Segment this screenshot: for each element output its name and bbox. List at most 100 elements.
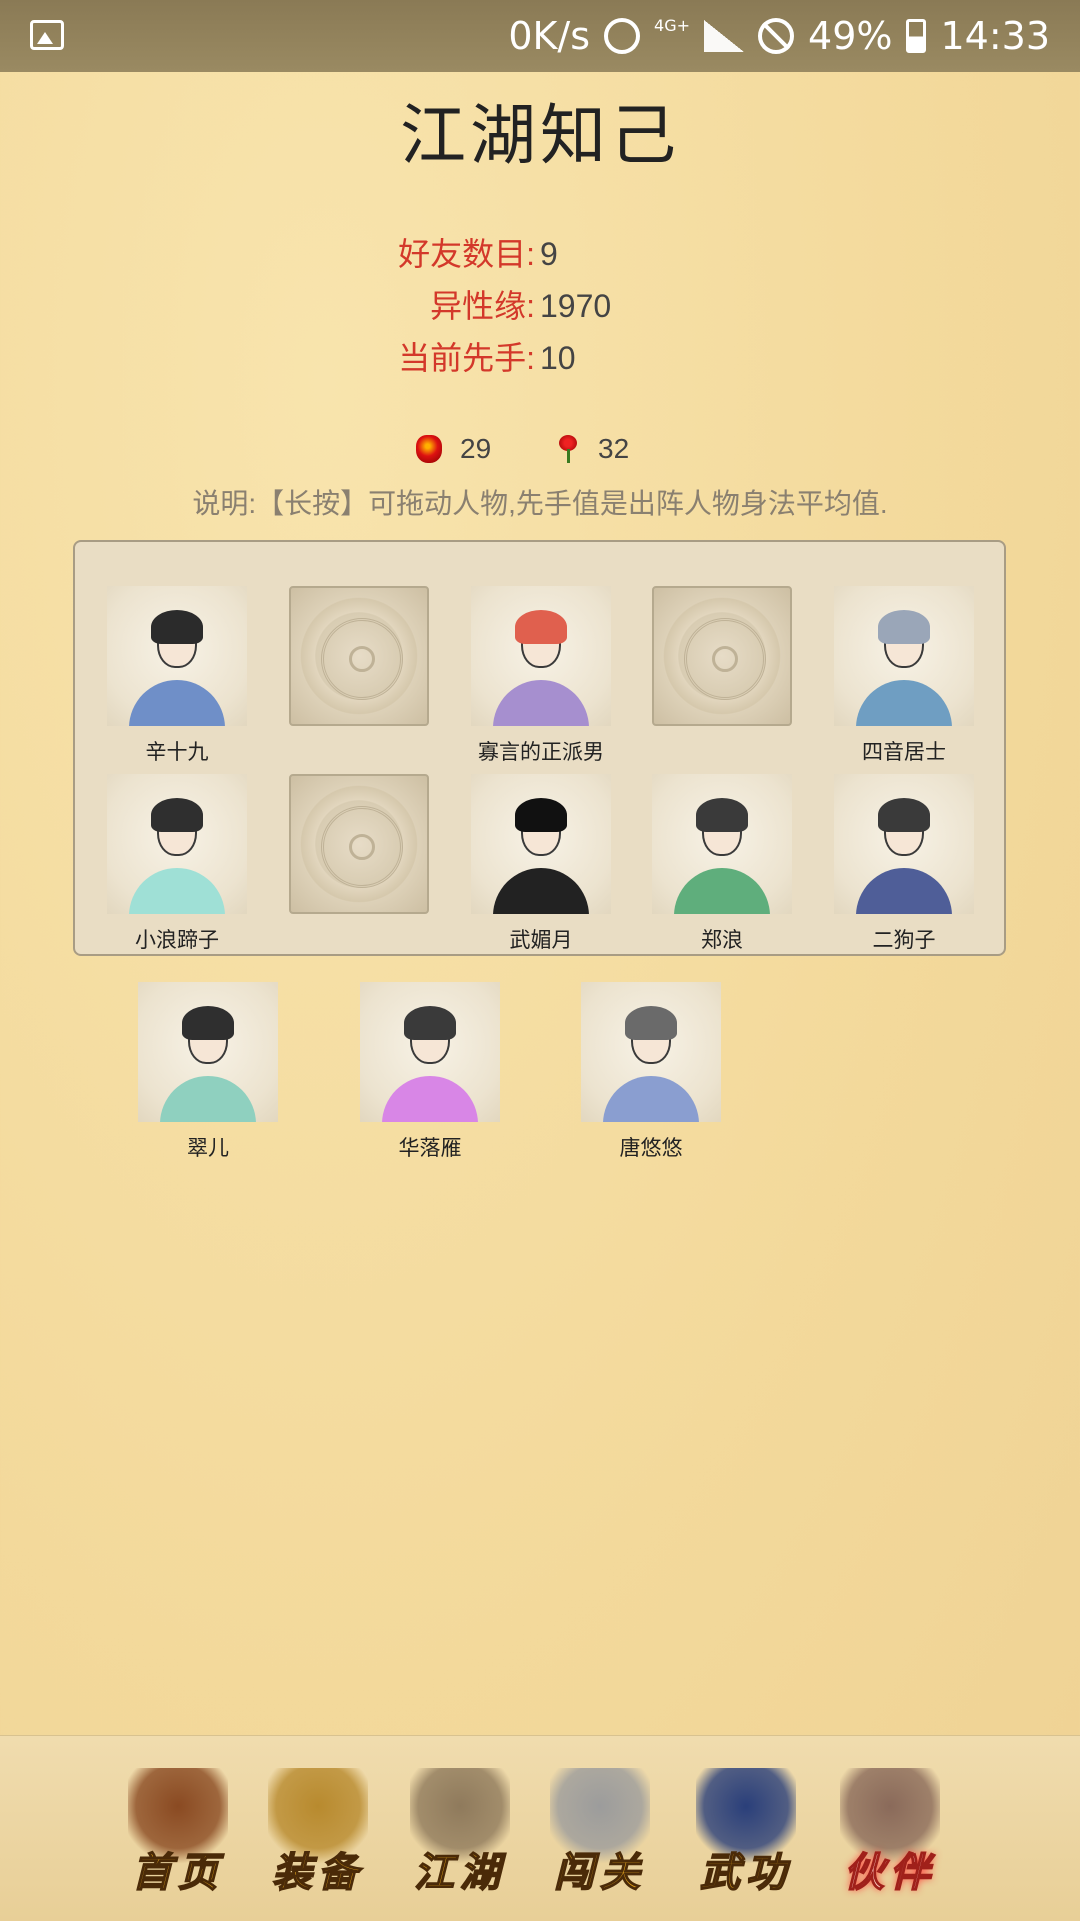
battery-icon	[906, 19, 927, 53]
portrait-hair	[151, 798, 203, 832]
character-portrait	[652, 774, 792, 914]
rose-icon	[556, 435, 580, 463]
character-name: 华落雁	[398, 1137, 462, 1160]
image-notification-icon	[30, 20, 64, 50]
character-name: 小浪蹄子	[135, 929, 219, 952]
portrait-robe	[160, 1076, 256, 1122]
character-portrait	[834, 586, 974, 726]
bench-character[interactable]: 唐悠悠	[581, 982, 721, 1162]
character-name: 四音居士	[862, 741, 946, 764]
portrait-hair	[404, 1006, 456, 1040]
tab-3[interactable]: 闯关	[540, 1768, 660, 1898]
character-portrait	[107, 774, 247, 914]
page-title: 江湖知己	[400, 97, 680, 174]
portrait-hair	[878, 798, 930, 832]
currency-rose: 32	[556, 433, 629, 465]
portrait-hair	[515, 610, 567, 644]
bench-character[interactable]: 翠儿	[138, 982, 278, 1162]
stat-label: 好友数目:	[398, 236, 535, 272]
formation-character[interactable]: 小浪蹄子	[107, 774, 247, 954]
currency-bar: 29 32	[0, 433, 1080, 473]
portrait-robe	[856, 868, 952, 914]
tab-2[interactable]: 江湖	[400, 1768, 520, 1898]
formation-character[interactable]: 辛十九	[107, 586, 247, 766]
stats-panel: 好友数目: 9 异性缘: 1970 当前先手: 10	[0, 228, 1080, 384]
wine-jar-icon	[416, 435, 442, 463]
tab-label: 江湖	[413, 1848, 506, 1897]
empty-slot-emblem	[289, 774, 429, 914]
stat-friends: 好友数目: 9	[0, 228, 1080, 280]
portrait-robe	[129, 868, 225, 914]
stat-initiative: 当前先手: 10	[0, 332, 1080, 384]
tab-label: 武功	[699, 1848, 792, 1897]
character-portrait	[471, 774, 611, 914]
tab-label: 闯关	[553, 1848, 646, 1897]
empty-slot-emblem	[652, 586, 792, 726]
portrait-hair	[625, 1006, 677, 1040]
alarm-icon	[604, 18, 641, 54]
network-type: 4G+	[654, 16, 690, 35]
character-name: 寡言的正派男	[478, 741, 604, 764]
formation-character[interactable]: 二狗子	[834, 774, 974, 954]
battery-percent: 49%	[808, 14, 893, 58]
portrait-robe	[382, 1076, 478, 1122]
formation-character[interactable]: 武媚月	[471, 774, 611, 954]
character-portrait	[834, 774, 974, 914]
formation-character[interactable]: 四音居士	[834, 586, 974, 766]
portrait-robe	[493, 868, 589, 914]
tab-1[interactable]: 装备	[258, 1768, 378, 1898]
tab-0[interactable]: 首页	[118, 1768, 238, 1898]
portrait-hair	[515, 798, 567, 832]
network-speed: 0K/s	[508, 14, 591, 58]
stat-label: 当前先手:	[398, 340, 535, 376]
portrait-hair	[182, 1006, 234, 1040]
do-not-disturb-icon	[758, 18, 795, 54]
signal-icon	[704, 20, 745, 52]
bench-area: 翠儿 华落雁 唐悠悠	[0, 982, 1080, 1162]
tab-label: 首页	[131, 1848, 224, 1897]
character-portrait	[581, 982, 721, 1122]
stat-value: 10	[540, 340, 576, 376]
empty-slot-emblem	[289, 586, 429, 726]
portrait-hair	[878, 610, 930, 644]
empty-formation-slot[interactable]	[652, 586, 792, 726]
tab-label: 装备	[271, 1848, 364, 1897]
instruction-note: 说明:【长按】可拖动人物,先手值是出阵人物身法平均值.	[192, 488, 888, 519]
currency-jar-value: 29	[460, 433, 492, 464]
clock: 14:33	[940, 14, 1050, 58]
formation-character[interactable]: 郑浪	[652, 774, 792, 954]
portrait-robe	[603, 1076, 699, 1122]
character-name: 郑浪	[701, 929, 743, 952]
character-portrait	[471, 586, 611, 726]
tab-4[interactable]: 武功	[686, 1768, 806, 1898]
character-name: 辛十九	[145, 741, 209, 764]
bench-character[interactable]: 华落雁	[360, 982, 500, 1162]
portrait-robe	[493, 680, 589, 726]
empty-formation-slot[interactable]	[289, 586, 429, 726]
character-name: 翠儿	[187, 1137, 229, 1160]
character-name: 二狗子	[872, 929, 936, 952]
portrait-hair	[696, 798, 748, 832]
tab-label: 伙伴	[843, 1848, 936, 1897]
status-bar: 0K/s 4G+ 49% 14:33	[0, 0, 1080, 72]
portrait-robe	[674, 868, 770, 914]
currency-rose-value: 32	[598, 433, 630, 464]
status-bar-right: 0K/s 4G+ 49% 14:33	[508, 12, 1050, 60]
stat-value: 1970	[540, 288, 612, 324]
character-name: 武媚月	[509, 929, 573, 952]
stat-label: 异性缘:	[430, 288, 535, 324]
bottom-tab-bar: 首页 装备 江湖 闯关 武功 伙伴	[0, 1735, 1080, 1921]
formation-panel: 辛十九 寡言的正派男 四音居士小浪蹄子 武媚月 郑浪 二狗子	[73, 540, 1006, 956]
portrait-robe	[856, 680, 952, 726]
character-portrait	[360, 982, 500, 1122]
currency-jar: 29	[416, 433, 491, 465]
stat-charm: 异性缘: 1970	[0, 280, 1080, 332]
portrait-hair	[151, 610, 203, 644]
character-name: 唐悠悠	[619, 1137, 683, 1160]
formation-character[interactable]: 寡言的正派男	[471, 586, 611, 766]
empty-formation-slot[interactable]	[289, 774, 429, 914]
character-portrait	[107, 586, 247, 726]
tab-5[interactable]: 伙伴	[830, 1768, 950, 1898]
character-portrait	[138, 982, 278, 1122]
portrait-robe	[129, 680, 225, 726]
